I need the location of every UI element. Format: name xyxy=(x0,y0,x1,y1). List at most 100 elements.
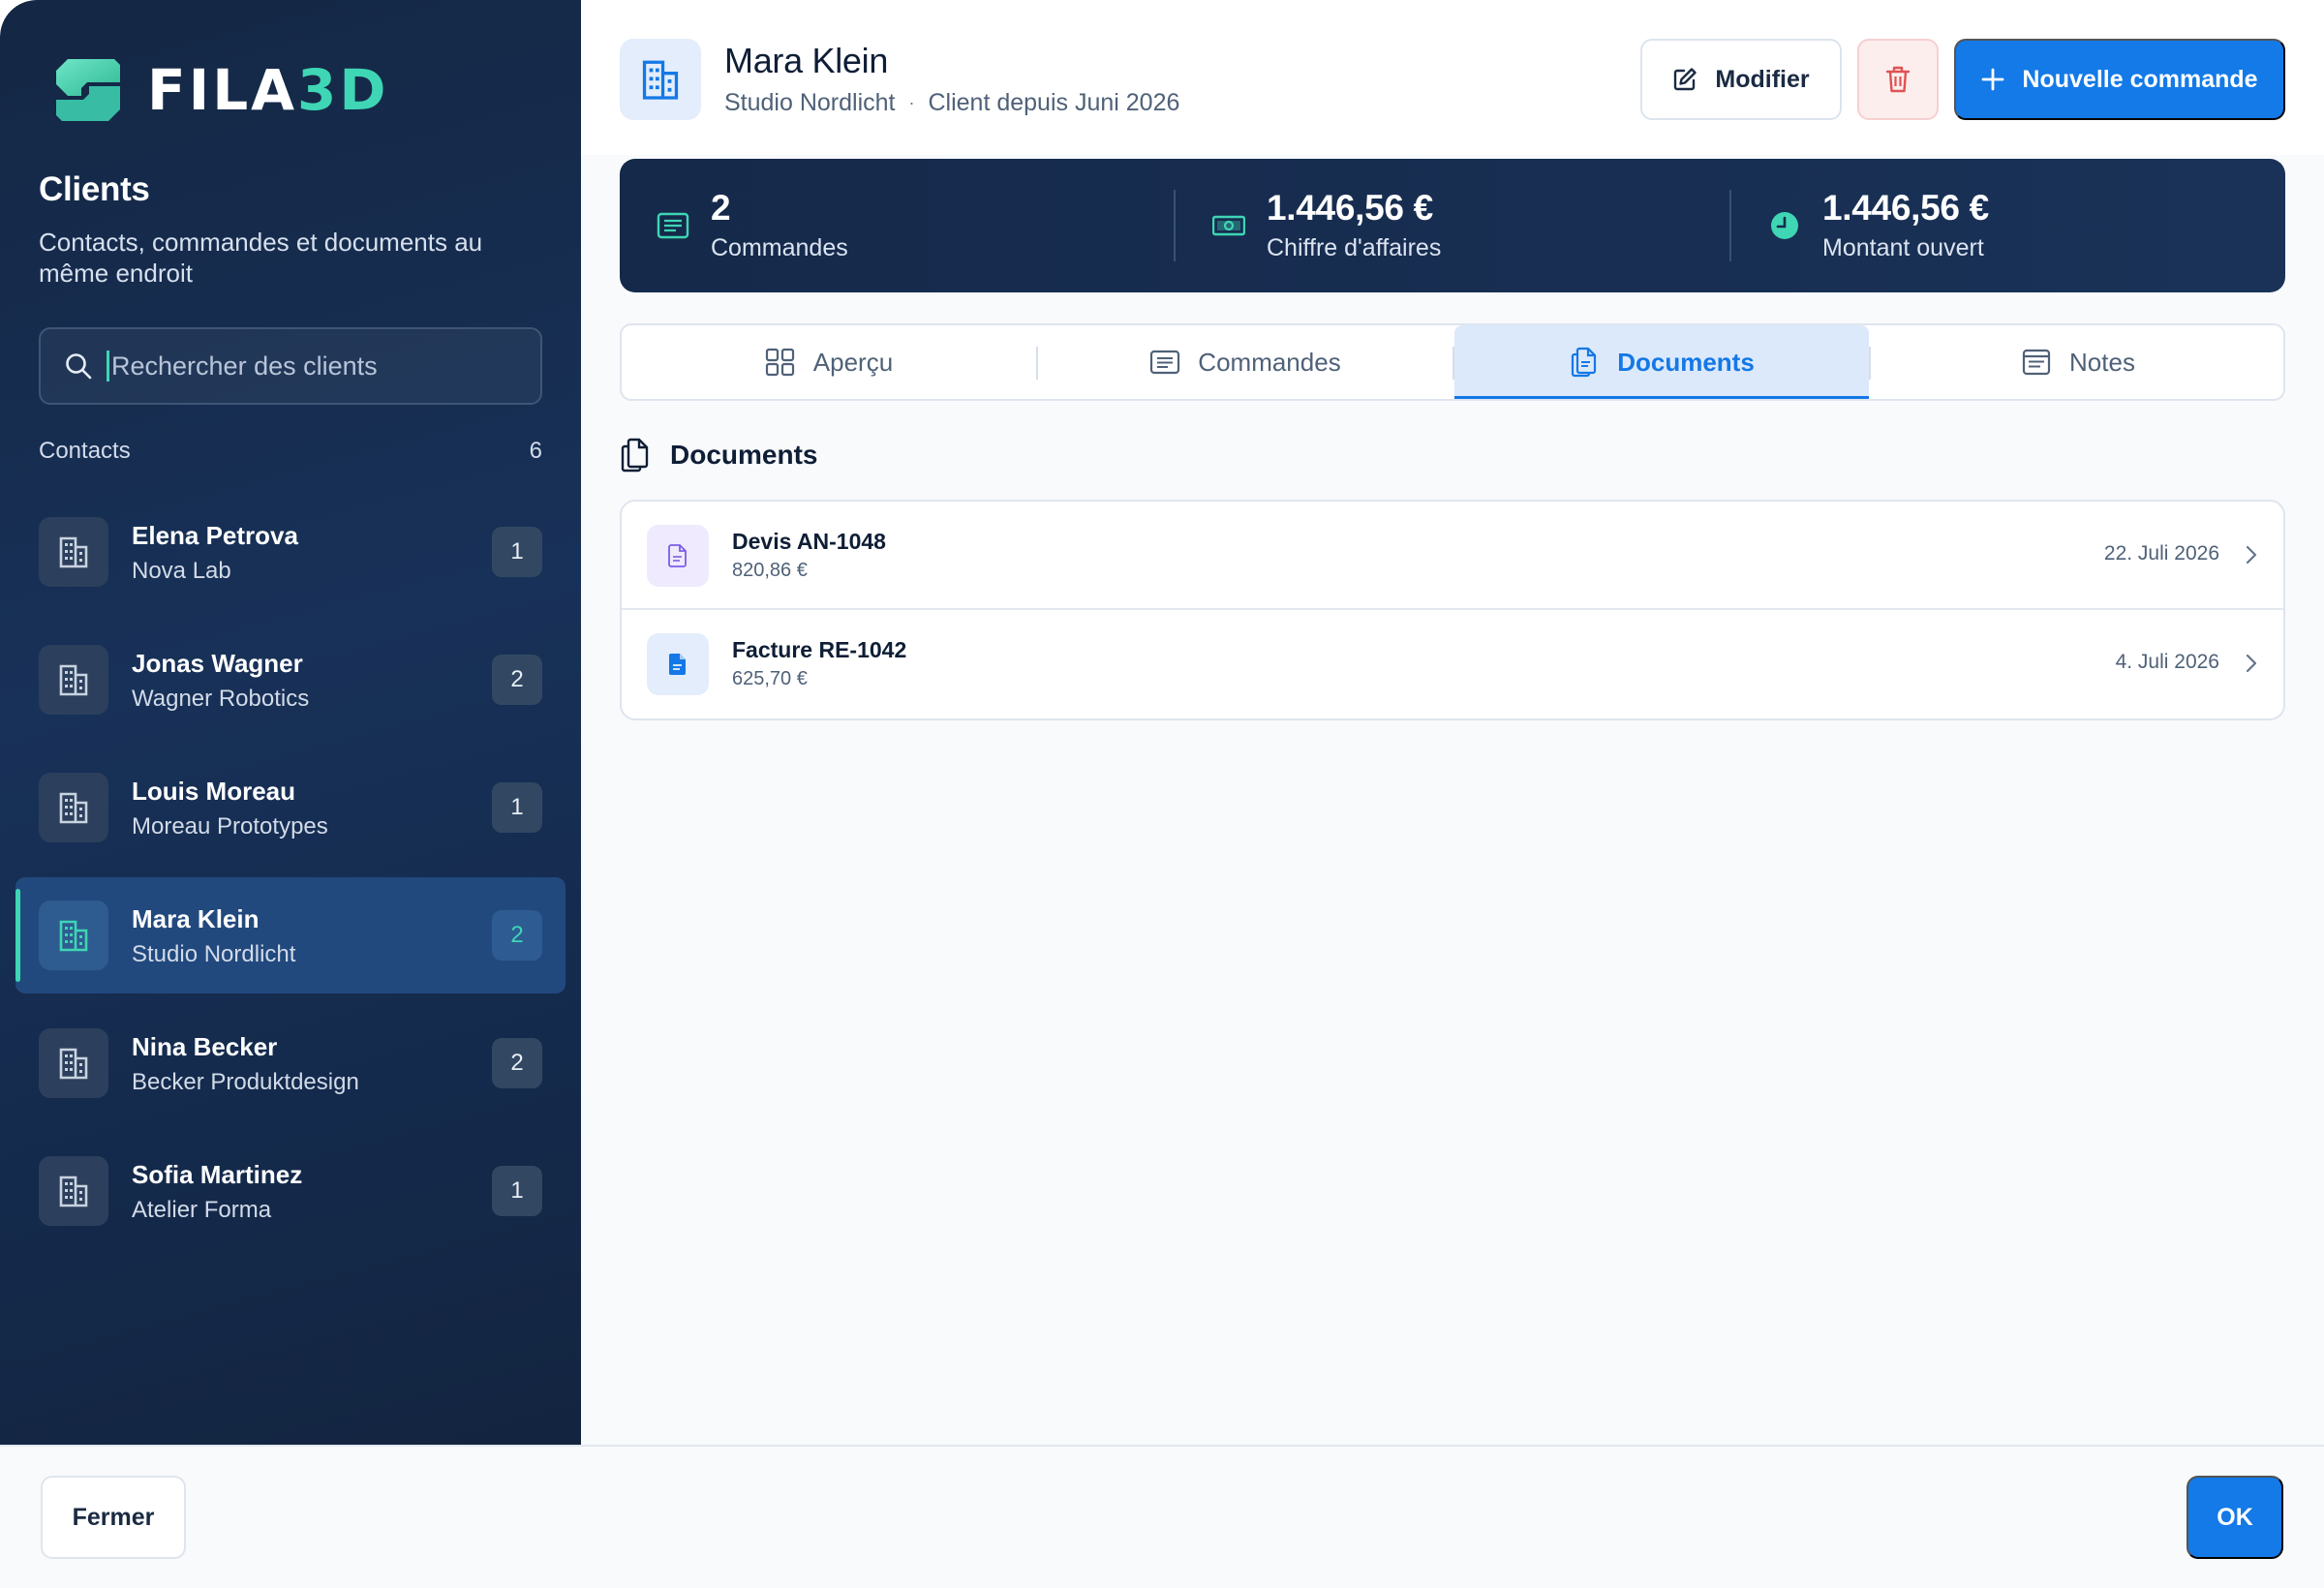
stat-label: Montant ouvert xyxy=(1822,234,1984,261)
document-type-icon xyxy=(647,525,709,587)
contact-company: Nova Lab xyxy=(132,558,231,584)
list-icon xyxy=(657,212,689,239)
document-row[interactable]: Devis AN-1048 820,86 € 22. Juli 2026 xyxy=(622,502,2283,610)
client-avatar xyxy=(620,39,701,120)
client-meta: Studio Nordlicht · Client depuis Juni 20… xyxy=(724,89,1179,117)
tab-notes[interactable]: Notes xyxy=(1871,325,2285,399)
tab-label: Commandes xyxy=(1198,347,1341,377)
logo-text: FILA3D xyxy=(147,57,389,123)
client-since: Client depuis Juni 2026 xyxy=(928,89,1180,116)
tab-documents[interactable]: Documents xyxy=(1454,325,1869,399)
new-order-button[interactable]: Nouvelle commande xyxy=(1954,39,2285,120)
document-date: 4. Juli 2026 xyxy=(2115,651,2219,673)
file-filled-icon xyxy=(669,654,686,675)
dialog-footer: Fermer OK xyxy=(0,1445,2324,1588)
building-icon xyxy=(59,1048,88,1080)
order-count-badge: 2 xyxy=(492,910,542,961)
building-icon xyxy=(59,792,88,824)
document-list: Devis AN-1048 820,86 € 22. Juli 2026 Fac… xyxy=(620,500,2285,720)
text-caret xyxy=(107,351,109,382)
documents-section-title: Documents xyxy=(620,438,817,473)
document-date: 22. Juli 2026 xyxy=(2103,542,2219,565)
grid-icon xyxy=(765,348,794,377)
contact-item[interactable]: Elena Petrova Nova Lab 1 xyxy=(15,494,566,610)
plus-icon xyxy=(1982,68,2004,91)
documents-icon xyxy=(621,438,649,473)
contact-name: Louis Moreau xyxy=(132,777,296,806)
contact-company: Moreau Prototypes xyxy=(132,813,328,840)
stat-value: 2 xyxy=(711,188,731,228)
delete-button[interactable] xyxy=(1857,39,1939,120)
order-count-badge: 1 xyxy=(492,1166,542,1216)
order-count-badge: 2 xyxy=(492,1038,542,1088)
contacts-label: Contacts xyxy=(39,438,131,464)
contact-item[interactable]: Jonas Wagner Wagner Robotics 2 xyxy=(15,622,566,738)
trash-icon xyxy=(1885,66,1911,93)
tab-overview[interactable]: Aperçu xyxy=(622,325,1036,399)
tab-label: Aperçu xyxy=(812,347,894,377)
document-row[interactable]: Facture RE-1042 625,70 € 4. Juli 2026 xyxy=(622,610,2283,718)
notes-icon xyxy=(2022,349,2051,376)
tab-orders[interactable]: Commandes xyxy=(1038,325,1452,399)
avatar xyxy=(39,645,108,715)
order-count-badge: 2 xyxy=(492,655,542,705)
tab-label: Notes xyxy=(2069,347,2135,377)
client-search[interactable] xyxy=(39,327,542,405)
building-icon xyxy=(59,1176,88,1207)
document-title: Facture RE-1042 xyxy=(732,637,907,662)
client-detail: Mara Klein Studio Nordlicht · Client dep… xyxy=(581,0,2324,1445)
client-dialog: FILA3D Clients Contacts, commandes et do… xyxy=(0,0,2324,1588)
contact-company: Wagner Robotics xyxy=(132,686,310,712)
sidebar: FILA3D Clients Contacts, commandes et do… xyxy=(0,0,581,1445)
building-icon xyxy=(59,664,88,696)
close-button[interactable]: Fermer xyxy=(41,1476,186,1559)
avatar xyxy=(39,1156,108,1226)
avatar xyxy=(39,773,108,842)
client-header: Mara Klein Studio Nordlicht · Client dep… xyxy=(581,0,2324,155)
section-title-text: Documents xyxy=(670,440,818,470)
stat-orders: 2 Commandes xyxy=(620,159,1176,292)
contact-item[interactable]: Sofia Martinez Atelier Forma 1 xyxy=(15,1133,566,1249)
stat-label: Chiffre d'affaires xyxy=(1267,234,1442,261)
avatar xyxy=(39,517,108,587)
contact-item[interactable]: Louis Moreau Moreau Prototypes 1 xyxy=(15,749,566,866)
chevron-right-icon xyxy=(2246,545,2257,565)
sidebar-title: Clients xyxy=(39,170,150,208)
list-icon xyxy=(1150,350,1180,375)
contact-name: Nina Becker xyxy=(132,1032,278,1061)
contact-item[interactable]: Nina Becker Becker Produktdesign 2 xyxy=(15,1005,566,1121)
document-title: Devis AN-1048 xyxy=(732,529,886,554)
document-amount: 625,70 € xyxy=(732,668,808,689)
contact-item-selected[interactable]: Mara Klein Studio Nordlicht 2 xyxy=(15,877,566,993)
detail-tabs: Aperçu Commandes Documents Notes xyxy=(620,323,2285,401)
document-type-icon xyxy=(647,633,709,695)
contact-company: Studio Nordlicht xyxy=(132,941,296,967)
stat-value: 1.446,56 € xyxy=(1267,188,1433,228)
client-company: Studio Nordlicht xyxy=(724,89,896,116)
building-icon xyxy=(59,536,88,568)
contact-name: Elena Petrova xyxy=(132,521,298,550)
stat-revenue: 1.446,56 € Chiffre d'affaires xyxy=(1176,159,1731,292)
client-name: Mara Klein xyxy=(724,41,889,80)
contact-name: Jonas Wagner xyxy=(132,649,303,678)
document-amount: 820,86 € xyxy=(732,560,808,581)
edit-label: Modifier xyxy=(1715,65,1810,93)
building-icon xyxy=(642,60,679,100)
search-icon xyxy=(66,353,92,380)
chevron-right-icon xyxy=(2246,654,2257,673)
stat-value: 1.446,56 € xyxy=(1822,188,1989,228)
edit-button[interactable]: Modifier xyxy=(1640,39,1842,120)
search-input[interactable] xyxy=(111,351,518,382)
tab-label: Documents xyxy=(1617,347,1755,377)
contact-company: Becker Produktdesign xyxy=(132,1069,359,1095)
ok-button[interactable]: OK xyxy=(2186,1476,2283,1559)
contact-name: Sofia Martinez xyxy=(132,1160,303,1189)
contact-name: Mara Klein xyxy=(132,904,260,933)
contact-list: Elena Petrova Nova Lab 1 Jonas Wagner Wa… xyxy=(15,494,566,1261)
meta-separator: · xyxy=(908,93,915,112)
stat-open-amount: 1.446,56 € Montant ouvert xyxy=(1731,159,2287,292)
documents-icon xyxy=(1572,347,1597,378)
building-icon xyxy=(59,920,88,952)
order-count-badge: 1 xyxy=(492,527,542,577)
app-logo: FILA3D xyxy=(54,56,389,124)
